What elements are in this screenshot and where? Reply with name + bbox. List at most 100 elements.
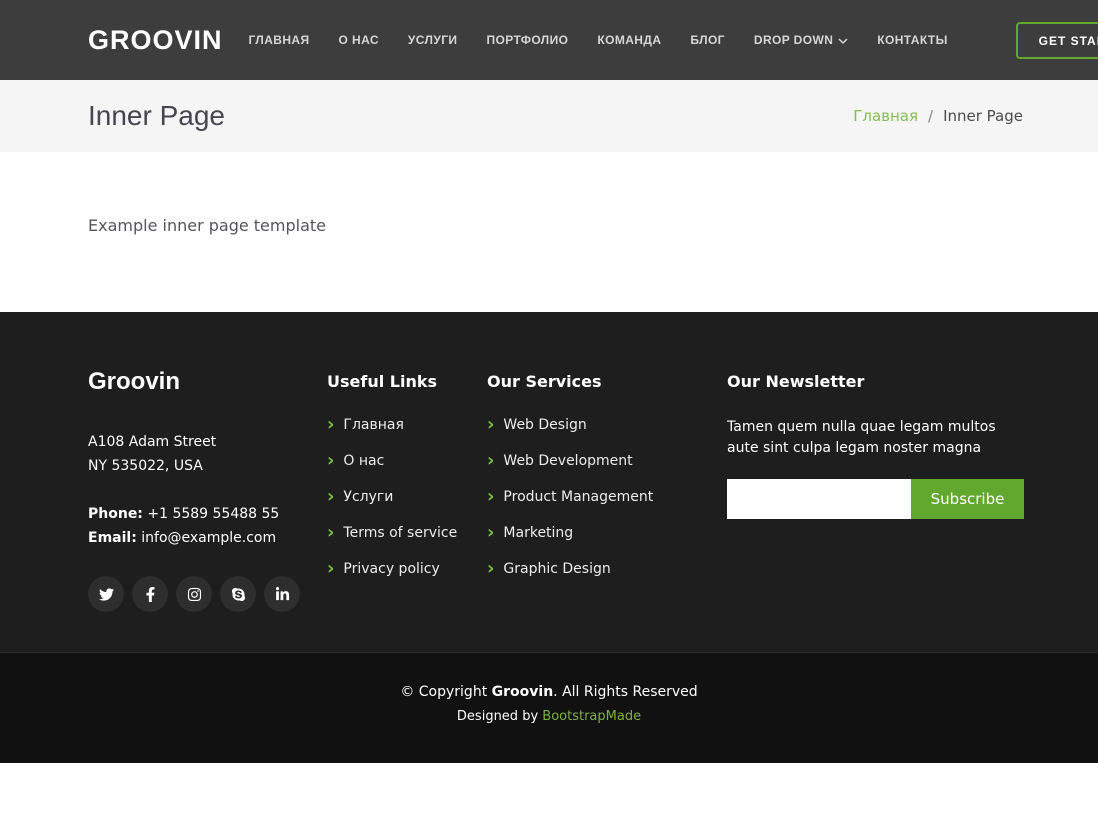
footer-services-column: Our Services Web Design Web Development …	[487, 372, 727, 612]
service-link-graphic-design[interactable]: Graphic Design	[503, 561, 610, 577]
nav-item-services[interactable]: УСЛУГИ	[408, 33, 458, 47]
social-instagram-button[interactable]	[176, 576, 212, 612]
list-item: Product Management	[487, 479, 727, 515]
chevron-right-icon	[327, 418, 334, 432]
top-navbar: GROOVIN ГЛАВНАЯ О НАС УСЛУГИ ПОРТФОЛИО К…	[0, 0, 1098, 80]
subscribe-button[interactable]: Subscribe	[911, 479, 1024, 519]
useful-links-list: Главная О нас Услуги Terms of service Pr…	[327, 407, 487, 587]
nav-link-portfolio[interactable]: ПОРТФОЛИО	[486, 33, 568, 47]
breadcrumb: Главная / Inner Page	[853, 107, 1023, 125]
footer-about-column: Groovin A108 Adam Street NY 535022, USA …	[88, 372, 327, 612]
service-link-product-management[interactable]: Product Management	[503, 489, 653, 505]
instagram-icon	[187, 587, 202, 602]
list-item: Graphic Design	[487, 551, 727, 587]
nav-link-team[interactable]: КОМАНДА	[597, 33, 661, 47]
useful-link-privacy[interactable]: Privacy policy	[343, 561, 439, 577]
nav-link-services[interactable]: УСЛУГИ	[408, 33, 458, 47]
chevron-right-icon	[487, 526, 494, 540]
footer-newsletter-column: Our Newsletter Tamen quem nulla quae leg…	[727, 372, 1024, 612]
nav-item-contacts[interactable]: КОНТАКТЫ	[877, 33, 947, 47]
service-link-web-design[interactable]: Web Design	[503, 417, 586, 433]
service-link-web-development[interactable]: Web Development	[503, 453, 632, 469]
social-links	[88, 576, 327, 612]
copyright-text: © Copyright Groovin. All Rights Reserved	[400, 684, 697, 700]
chevron-right-icon	[327, 526, 334, 540]
facebook-icon	[143, 587, 158, 602]
brand-logo[interactable]: GROOVIN	[88, 25, 223, 56]
copyright-brand: Groovin	[492, 684, 554, 700]
breadcrumb-current: Inner Page	[943, 107, 1023, 125]
list-item: Главная	[327, 407, 487, 443]
footer-columns: Groovin A108 Adam Street NY 535022, USA …	[88, 372, 1098, 612]
footer-address: A108 Adam Street NY 535022, USA	[88, 430, 327, 478]
useful-link-home[interactable]: Главная	[343, 417, 403, 433]
page-title: Inner Page	[88, 100, 225, 132]
linkedin-icon	[275, 587, 290, 602]
chevron-down-icon	[838, 36, 848, 46]
email-line: Email: info@example.com	[88, 526, 327, 550]
newsletter-email-input[interactable]	[727, 479, 911, 519]
useful-links-heading: Useful Links	[327, 372, 487, 391]
list-item: Web Design	[487, 407, 727, 443]
useful-link-services[interactable]: Услуги	[343, 489, 393, 505]
nav-link-blog[interactable]: БЛОГ	[690, 33, 724, 47]
chevron-right-icon	[487, 418, 494, 432]
chevron-right-icon	[487, 562, 494, 576]
main-content: Example inner page template	[0, 152, 1098, 312]
list-item: Privacy policy	[327, 551, 487, 587]
nav-dropdown-label: DROP DOWN	[754, 33, 833, 47]
chevron-right-icon	[327, 454, 334, 468]
phone-label: Phone:	[88, 506, 143, 522]
nav-item-home[interactable]: ГЛАВНАЯ	[249, 33, 310, 47]
get-started-button[interactable]: GET STARTED	[1016, 22, 1098, 59]
address-line-1: A108 Adam Street	[88, 430, 327, 454]
list-item: Услуги	[327, 479, 487, 515]
newsletter-text: Tamen quem nulla quae legam multos aute …	[727, 417, 1024, 459]
copyright-suffix: . All Rights Reserved	[553, 684, 697, 700]
social-linkedin-button[interactable]	[264, 576, 300, 612]
main-nav-menu: ГЛАВНАЯ О НАС УСЛУГИ ПОРТФОЛИО КОМАНДА Б…	[249, 33, 948, 47]
breadcrumb-separator: /	[928, 107, 933, 125]
nav-link-home[interactable]: ГЛАВНАЯ	[249, 33, 310, 47]
list-item: О нас	[327, 443, 487, 479]
breadcrumb-bar: Inner Page Главная / Inner Page	[0, 80, 1098, 152]
footer-contact: Phone: +1 5589 55488 55 Email: info@exam…	[88, 502, 327, 550]
twitter-icon	[99, 587, 114, 602]
services-list: Web Design Web Development Product Manag…	[487, 407, 727, 587]
copyright-bar: © Copyright Groovin. All Rights Reserved…	[0, 652, 1098, 763]
newsletter-heading: Our Newsletter	[727, 372, 1024, 391]
footer-brand-name: Groovin	[88, 368, 327, 396]
useful-link-terms[interactable]: Terms of service	[343, 525, 457, 541]
chevron-right-icon	[487, 490, 494, 504]
nav-item-team[interactable]: КОМАНДА	[597, 33, 661, 47]
list-item: Marketing	[487, 515, 727, 551]
credits-text: Designed by BootstrapMade	[457, 709, 641, 724]
list-item: Terms of service	[327, 515, 487, 551]
nav-item-portfolio[interactable]: ПОРТФОЛИО	[486, 33, 568, 47]
social-facebook-button[interactable]	[132, 576, 168, 612]
email-label: Email:	[88, 530, 137, 546]
useful-link-about[interactable]: О нас	[343, 453, 384, 469]
footer-useful-links-column: Useful Links Главная О нас Услуги Terms …	[327, 372, 487, 612]
service-link-marketing[interactable]: Marketing	[503, 525, 573, 541]
nav-link-about[interactable]: О НАС	[339, 33, 379, 47]
inner-page-text: Example inner page template	[88, 216, 1010, 235]
phone-value: +1 5589 55488 55	[143, 506, 279, 522]
designed-by-label: Designed by	[457, 709, 542, 724]
nav-link-dropdown[interactable]: DROP DOWN	[754, 33, 848, 47]
skype-icon	[231, 587, 246, 602]
breadcrumb-home-link[interactable]: Главная	[853, 107, 918, 125]
chevron-right-icon	[487, 454, 494, 468]
nav-item-about[interactable]: О НАС	[339, 33, 379, 47]
list-item: Web Development	[487, 443, 727, 479]
chevron-right-icon	[327, 562, 334, 576]
nav-item-dropdown[interactable]: DROP DOWN	[754, 33, 848, 47]
social-skype-button[interactable]	[220, 576, 256, 612]
address-line-2: NY 535022, USA	[88, 454, 327, 478]
social-twitter-button[interactable]	[88, 576, 124, 612]
bootstrapmade-link[interactable]: BootstrapMade	[542, 709, 641, 724]
nav-item-blog[interactable]: БЛОГ	[690, 33, 724, 47]
phone-line: Phone: +1 5589 55488 55	[88, 502, 327, 526]
chevron-right-icon	[327, 490, 334, 504]
nav-link-contacts[interactable]: КОНТАКТЫ	[877, 33, 947, 47]
